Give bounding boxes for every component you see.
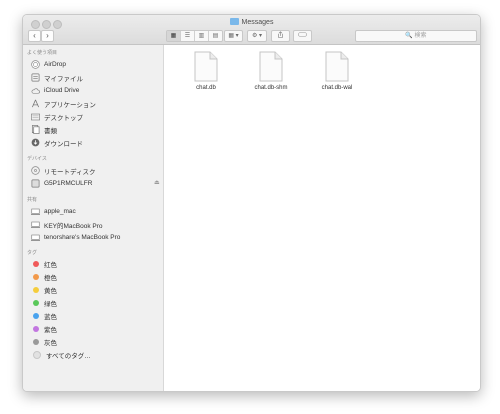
forward-button[interactable]: › — [41, 30, 54, 42]
sidebar-item-downloads[interactable]: ダウンロード — [31, 137, 83, 148]
computer-icon — [31, 220, 40, 229]
window-title: Messages — [23, 18, 480, 28]
list-view-button[interactable]: ☰ — [181, 31, 195, 41]
sidebar-item-tag-red[interactable]: 红色 — [31, 258, 57, 269]
file-name: chat.db-shm — [254, 85, 288, 91]
blue-tag-icon — [33, 312, 39, 319]
sidebar-item-applications[interactable]: アプリケーション — [31, 98, 96, 109]
drive-icon — [31, 179, 40, 188]
file-name: chat.db — [196, 85, 216, 91]
orange-tag-icon — [33, 273, 39, 280]
document-icon — [259, 51, 283, 82]
sidebar-item-airdrop[interactable]: AirDrop — [31, 59, 66, 70]
sidebar-item-tag-gray[interactable]: 灰色 — [31, 336, 57, 347]
red-tag-icon — [33, 260, 39, 267]
documents-icon — [31, 125, 40, 134]
file-item[interactable]: chat.db-wal — [309, 51, 365, 91]
sidebar-item-tag-blue[interactable]: 蓝色 — [31, 310, 57, 321]
toolbar: Messages ‹ › ▦ ☰ ▥ ▤ ▦ ▾ ⚙ ▾ 🔍 検索 — [23, 15, 480, 45]
all-files-icon — [31, 73, 40, 82]
arrange-button[interactable]: ▦ ▾ — [224, 30, 243, 42]
sidebar-item-remote-disc[interactable]: リモートディスク — [31, 165, 96, 176]
share-icon — [278, 31, 283, 38]
sidebar-item-tenorshare-macbook[interactable]: tenorshare's MacBook Pro — [31, 232, 120, 243]
eject-icon[interactable]: ⏏ — [154, 179, 160, 186]
airdrop-icon — [31, 60, 40, 69]
document-icon — [194, 51, 218, 82]
tags-header: タグ — [27, 250, 38, 256]
sidebar-item-icloud-drive[interactable]: iCloud Drive — [31, 85, 79, 96]
sidebar-item-desktop[interactable]: デスクトップ — [31, 111, 83, 122]
tag-icon — [298, 32, 307, 37]
edit-tags-button[interactable] — [293, 30, 312, 42]
sidebar-item-apple-mac[interactable]: apple_mac — [31, 206, 76, 217]
sidebar: よく使う項目 AirDrop マイファイル iCloud Drive アプリケー… — [23, 45, 164, 391]
favorites-header: よく使う項目 — [27, 50, 58, 56]
sidebar-item-documents[interactable]: 書類 — [31, 124, 57, 135]
gray-tag-icon — [33, 338, 39, 345]
sidebar-item-drive[interactable]: G5P1RMCULFR — [31, 178, 92, 189]
shared-header: 共有 — [27, 197, 38, 203]
desktop-icon — [31, 112, 40, 121]
purple-tag-icon — [33, 325, 39, 332]
computer-icon — [31, 233, 40, 242]
sidebar-item-tag-green[interactable]: 绿色 — [31, 297, 57, 308]
sidebar-item-all-tags[interactable]: すべてのタグ… — [31, 349, 91, 360]
sidebar-item-tag-purple[interactable]: 紫色 — [31, 323, 57, 334]
search-input[interactable]: 🔍 検索 — [355, 30, 477, 42]
back-button[interactable]: ‹ — [28, 30, 41, 42]
devices-header: デバイス — [27, 156, 47, 162]
sidebar-item-key-macbook[interactable]: KEY的MacBook Pro — [31, 219, 103, 230]
gallery-view-button[interactable]: ▤ — [209, 31, 222, 41]
cloud-icon — [31, 86, 40, 95]
sidebar-item-tag-orange[interactable]: 橙色 — [31, 271, 57, 282]
finder-window: Messages ‹ › ▦ ☰ ▥ ▤ ▦ ▾ ⚙ ▾ 🔍 検索 よく使う項目… — [22, 14, 481, 392]
applications-icon — [31, 99, 40, 108]
computer-icon — [31, 207, 40, 216]
all-tags-icon — [33, 350, 41, 359]
sidebar-item-all-files[interactable]: マイファイル — [31, 72, 83, 83]
action-button[interactable]: ⚙ ▾ — [247, 30, 267, 42]
yellow-tag-icon — [33, 286, 39, 293]
downloads-icon — [31, 138, 40, 147]
sidebar-item-tag-yellow[interactable]: 黄色 — [31, 284, 57, 295]
column-view-button[interactable]: ▥ — [195, 31, 209, 41]
share-button[interactable] — [271, 30, 290, 42]
view-mode-selector: ▦ ☰ ▥ ▤ — [166, 30, 223, 42]
green-tag-icon — [33, 299, 39, 306]
file-item[interactable]: chat.db-shm — [243, 51, 299, 91]
icon-view-button[interactable]: ▦ — [167, 31, 181, 41]
folder-icon — [229, 18, 239, 25]
remote-disc-icon — [31, 166, 40, 175]
document-icon — [325, 51, 349, 82]
file-name: chat.db-wal — [321, 85, 353, 91]
file-browser-pane: chat.db chat.db-shm chat.db-wal — [164, 45, 480, 391]
file-item[interactable]: chat.db — [178, 51, 234, 91]
